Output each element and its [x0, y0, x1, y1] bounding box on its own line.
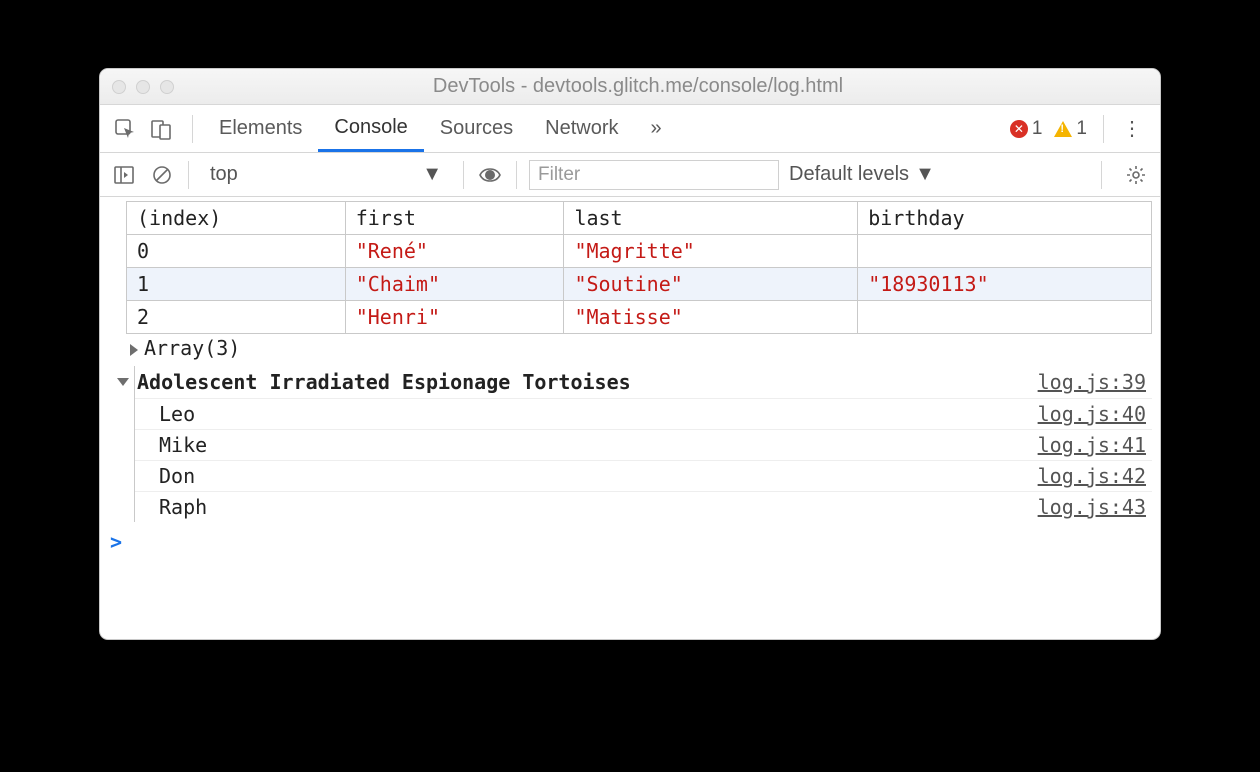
window-titlebar: DevTools - devtools.glitch.me/console/lo…	[100, 69, 1160, 105]
window-title: DevTools - devtools.glitch.me/console/lo…	[188, 75, 1148, 98]
cell-birthday: "18930113"	[858, 268, 1152, 301]
log-levels-selector[interactable]: Default levels ▼	[789, 163, 935, 186]
col-index[interactable]: (index)	[127, 202, 346, 235]
clear-console-icon[interactable]	[148, 161, 176, 189]
cell-last: "Magritte"	[564, 235, 858, 268]
table-header-row: (index) first last birthday	[127, 202, 1152, 235]
tab-elements[interactable]: Elements	[203, 105, 318, 152]
cell-index: 1	[127, 268, 346, 301]
filter-input[interactable]	[529, 160, 779, 190]
cell-last: "Soutine"	[564, 268, 858, 301]
separator	[1101, 161, 1102, 189]
col-first[interactable]: first	[345, 202, 564, 235]
log-entry[interactable]: Don log.js:42	[135, 460, 1152, 491]
cell-first: "Chaim"	[345, 268, 564, 301]
cell-index: 2	[127, 301, 346, 334]
expand-open-icon	[117, 378, 129, 386]
source-link[interactable]: log.js:41	[1038, 433, 1146, 457]
separator	[463, 161, 464, 189]
expand-collapsed-icon	[130, 344, 138, 356]
inspect-element-icon[interactable]	[110, 114, 140, 144]
log-text: Mike	[159, 433, 1038, 457]
log-text: Leo	[159, 402, 1038, 426]
live-expression-icon[interactable]	[476, 161, 504, 189]
cell-first: "Henri"	[345, 301, 564, 334]
separator	[192, 115, 193, 143]
table-row[interactable]: 2 "Henri" "Matisse"	[127, 301, 1152, 334]
source-link[interactable]: log.js:39	[1038, 370, 1146, 394]
tabs-overflow[interactable]: »	[635, 105, 678, 152]
levels-label: Default levels	[789, 163, 909, 186]
context-value: top	[210, 163, 238, 186]
warning-count: 1	[1076, 118, 1087, 140]
context-selector[interactable]: top ▼	[201, 160, 451, 190]
group-header[interactable]: Adolescent Irradiated Espionage Tortoise…	[117, 366, 1152, 398]
console-toolbar: top ▼ Default levels ▼	[100, 153, 1160, 197]
tab-network[interactable]: Network	[529, 105, 634, 152]
chevron-down-icon: ▼	[915, 163, 935, 186]
chevron-down-icon: ▼	[422, 163, 442, 186]
console-settings-icon[interactable]	[1122, 161, 1150, 189]
console-group: Adolescent Irradiated Espionage Tortoise…	[134, 366, 1152, 522]
source-link[interactable]: log.js:40	[1038, 402, 1146, 426]
device-toolbar-icon[interactable]	[146, 114, 176, 144]
console-output: (index) first last birthday 0 "René" "Ma…	[100, 197, 1160, 639]
tab-sources[interactable]: Sources	[424, 105, 529, 152]
more-options-icon[interactable]: ⋮	[1114, 116, 1150, 141]
cell-birthday	[858, 235, 1152, 268]
source-link[interactable]: log.js:43	[1038, 495, 1146, 519]
col-birthday[interactable]: birthday	[858, 202, 1152, 235]
console-table: (index) first last birthday 0 "René" "Ma…	[126, 201, 1152, 334]
table-row[interactable]: 0 "René" "Magritte"	[127, 235, 1152, 268]
separator	[188, 161, 189, 189]
log-text: Raph	[159, 495, 1038, 519]
table-row[interactable]: 1 "Chaim" "Soutine" "18930113"	[127, 268, 1152, 301]
log-entry[interactable]: Mike log.js:41	[135, 429, 1152, 460]
cell-index: 0	[127, 235, 346, 268]
separator	[1103, 115, 1104, 143]
error-count-badge[interactable]: ✕1	[1010, 118, 1043, 140]
error-count: 1	[1032, 118, 1043, 140]
traffic-lights	[112, 80, 174, 94]
panel-tabbar: Elements Console Sources Network » ✕1 1 …	[100, 105, 1160, 153]
separator	[516, 161, 517, 189]
cell-first: "René"	[345, 235, 564, 268]
log-entry[interactable]: Leo log.js:40	[135, 398, 1152, 429]
console-prompt[interactable]: >	[110, 522, 1152, 554]
cell-birthday	[858, 301, 1152, 334]
summary-text: Array(3)	[144, 336, 240, 360]
array-summary[interactable]: Array(3)	[126, 334, 1152, 366]
prompt-caret: >	[110, 530, 122, 554]
tab-console[interactable]: Console	[318, 105, 423, 152]
log-text: Don	[159, 464, 1038, 488]
source-link[interactable]: log.js:42	[1038, 464, 1146, 488]
sidebar-toggle-icon[interactable]	[110, 161, 138, 189]
devtools-window: DevTools - devtools.glitch.me/console/lo…	[99, 68, 1161, 640]
minimize-dot[interactable]	[136, 80, 150, 94]
zoom-dot[interactable]	[160, 80, 174, 94]
group-title: Adolescent Irradiated Espionage Tortoise…	[137, 370, 1038, 394]
close-dot[interactable]	[112, 80, 126, 94]
log-entry[interactable]: Raph log.js:43	[135, 491, 1152, 522]
warning-count-badge[interactable]: 1	[1054, 118, 1087, 140]
col-last[interactable]: last	[564, 202, 858, 235]
cell-last: "Matisse"	[564, 301, 858, 334]
